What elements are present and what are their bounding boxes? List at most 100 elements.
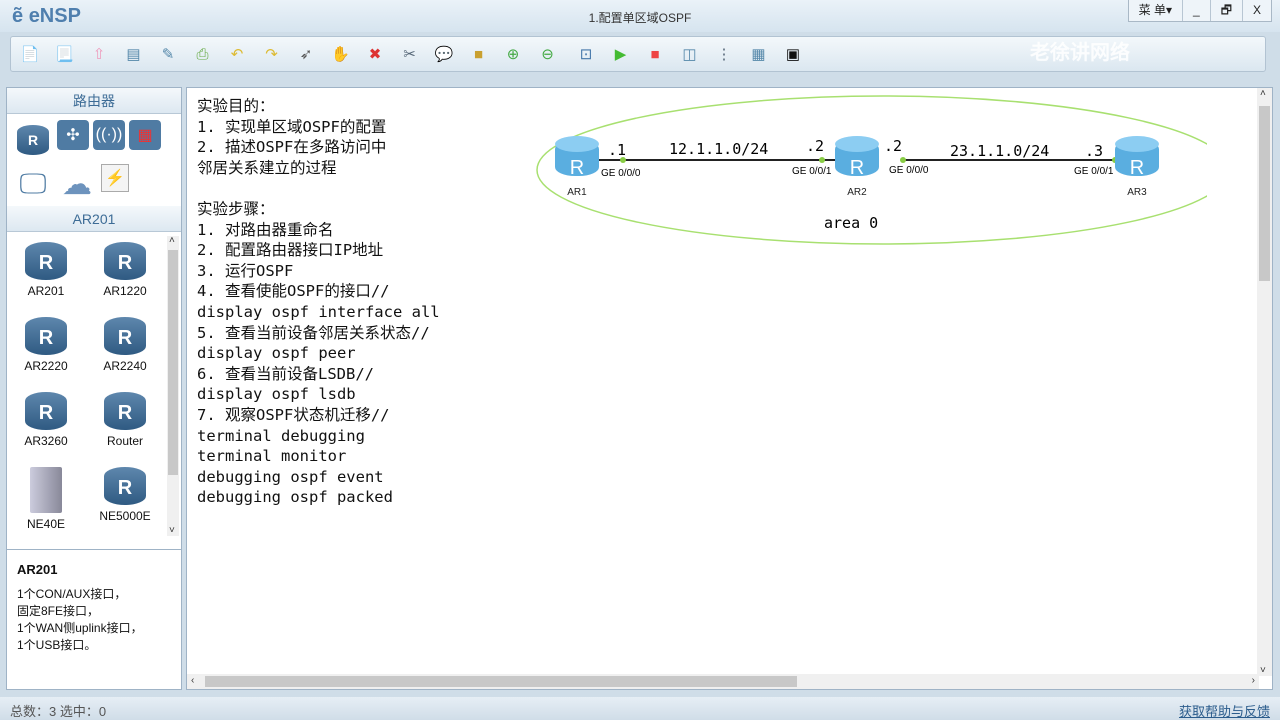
zoom-in-icon[interactable]: ⊕: [502, 43, 524, 65]
svg-text:R: R: [850, 157, 864, 179]
device-ne40e[interactable]: NE40E: [7, 467, 85, 531]
canvas-horizontal-scrollbar[interactable]: ‹ ›: [187, 674, 1259, 689]
note-line: display ospf interface all: [197, 302, 440, 321]
canvas-vertical-scrollbar[interactable]: ˄ ˅: [1257, 88, 1272, 676]
palette-icon[interactable]: ■: [468, 43, 490, 65]
device-ar2240[interactable]: R AR2240: [86, 317, 164, 373]
title-bar: ẽ eNSP 1.配置单区域OSPF 菜 单▾ _ 🗗 X: [0, 0, 1280, 32]
interface-label: GE 0/0/0: [601, 168, 641, 179]
zoom-out-icon[interactable]: ⊖: [537, 43, 559, 65]
router-ar1[interactable]: R AR1: [555, 136, 599, 198]
status-count: 总数：3 选中：0: [10, 704, 107, 719]
device-label: AR2240: [103, 359, 147, 373]
close-button[interactable]: X: [1241, 0, 1271, 21]
switch-category-icon[interactable]: ✣: [57, 120, 89, 150]
svg-text:AR2: AR2: [847, 187, 867, 198]
router-icon: R: [104, 242, 146, 280]
interface-label: GE 0/0/1: [792, 166, 832, 177]
device-label: AR201: [27, 284, 65, 298]
print-icon[interactable]: ⎙: [192, 43, 214, 65]
note-line: 实验目的：: [197, 97, 275, 115]
minimize-button[interactable]: _: [1182, 0, 1210, 21]
router-ar2[interactable]: R AR2: [835, 136, 879, 198]
hand-icon[interactable]: ✋: [330, 43, 352, 65]
cli-icon[interactable]: ▣: [782, 43, 804, 65]
device-label: AR3260: [24, 434, 68, 448]
note-line: terminal monitor: [197, 447, 347, 466]
help-feedback-link[interactable]: 获取帮助与反馈: [1179, 701, 1270, 720]
redo-icon[interactable]: ↷: [261, 43, 283, 65]
new-topology-icon[interactable]: 📄: [19, 43, 41, 65]
router-icon: R: [25, 392, 67, 430]
menu-button[interactable]: 菜 单▾: [1129, 0, 1182, 21]
info-line: 1个WAN侧uplink接口，: [17, 621, 143, 635]
note-line: terminal debugging: [197, 426, 365, 445]
save-icon[interactable]: ▤: [123, 43, 145, 65]
wireless-category-icon[interactable]: ((·)): [93, 120, 125, 150]
topology-diagram: R AR1 R AR2 R AR3 .1 12.1.1.0/24 .2 .2 23.1.1…: [536, 95, 1207, 245]
start-icon[interactable]: ▶: [610, 43, 632, 65]
note-line: 1. 对路由器重命名: [197, 220, 334, 239]
text-icon[interactable]: 💬: [433, 43, 455, 65]
interface-label: GE 0/0/0: [889, 165, 929, 176]
stop-icon[interactable]: ■: [644, 43, 666, 65]
device-info: AR201 1个CON/AUX接口， 固定8FE接口， 1个WAN侧uplink接口…: [6, 549, 182, 690]
ip-label: .2: [806, 137, 824, 155]
topology-icon[interactable]: ⋮: [713, 43, 735, 65]
undo-icon[interactable]: ↶: [226, 43, 248, 65]
note-line: debugging ospf event: [197, 467, 384, 486]
note-line: 邻居关系建立的过程: [197, 158, 337, 177]
note-line: 3. 运行OSPF: [197, 261, 294, 280]
status-bar: 总数：3 选中：0 获取帮助与反馈: [0, 697, 1280, 720]
restore-button[interactable]: 🗗: [1209, 0, 1242, 21]
delete-link-icon[interactable]: ✂: [399, 43, 421, 65]
router-icon: R: [104, 317, 146, 355]
note-line: 6. 查看当前设备LSDB//: [197, 364, 374, 383]
link-category-icon[interactable]: ⚡: [101, 164, 129, 192]
area-label: area 0: [824, 214, 878, 232]
info-line: 1个CON/AUX接口，: [17, 587, 127, 601]
firewall-category-icon[interactable]: ▦: [129, 120, 161, 150]
device-ar3260[interactable]: R AR3260: [7, 392, 85, 448]
device-label: Router: [106, 434, 144, 448]
ip-label: .3: [1085, 142, 1103, 160]
device-ar1220[interactable]: R AR1220: [86, 242, 164, 298]
new-template-icon[interactable]: 📃: [54, 43, 76, 65]
note-line: 5. 查看当前设备邻居关系状态//: [197, 323, 430, 342]
router-ar3[interactable]: R AR3: [1115, 136, 1159, 198]
note-line: 实验步骤：: [197, 199, 275, 218]
category-title: 路由器: [7, 88, 181, 114]
note-line: 4. 查看使能OSPF的接口//: [197, 282, 390, 301]
svg-text:AR3: AR3: [1127, 187, 1147, 198]
device-list-scrollbar[interactable]: ˄ ˅: [167, 235, 179, 536]
note-line: 7. 观察OSPF状态机迁移//: [197, 405, 390, 424]
device-label: NE5000E: [99, 509, 151, 523]
device-categories: R ✣ ((·)) ▦ 🖵 ☁ ⚡: [7, 114, 181, 206]
note-line: display ospf lsdb: [197, 385, 356, 404]
chassis-icon: [30, 467, 62, 513]
fit-icon[interactable]: ⊡: [575, 43, 597, 65]
delete-icon[interactable]: ✖: [364, 43, 386, 65]
save-as-icon[interactable]: ✎: [157, 43, 179, 65]
capture-icon[interactable]: ◫: [679, 43, 701, 65]
svg-text:R: R: [570, 157, 584, 179]
router-category-icon[interactable]: R: [13, 120, 53, 160]
pc-category-icon[interactable]: 🖵: [13, 164, 53, 204]
device-ne5000e[interactable]: R NE5000E: [86, 467, 164, 523]
device-list: ˄ ˅ R AR201 R AR1220 R AR2220 R AR2240 R AR3260 R Ro…: [7, 232, 181, 544]
note-line: [197, 178, 440, 199]
device-ar2220[interactable]: R AR2220: [7, 317, 85, 373]
watermark: 老徐讲网络: [1030, 42, 1130, 64]
svg-text:AR1: AR1: [567, 187, 587, 198]
topology-canvas[interactable]: 实验目的： 1. 实现单区域OSPF的配置 2. 描述OSPF在多路访问中 邻居关系建…: [186, 87, 1273, 690]
device-router[interactable]: R Router: [86, 392, 164, 448]
device-ar201[interactable]: R AR201: [7, 242, 85, 298]
open-icon[interactable]: ⇧: [88, 43, 110, 65]
note-line: debugging ospf packed: [197, 488, 393, 507]
grid-icon[interactable]: ▦: [748, 43, 770, 65]
lab-notes[interactable]: 实验目的： 1. 实现单区域OSPF的配置 2. 描述OSPF在多路访问中 邻居关系建…: [197, 96, 440, 508]
info-line: 1个USB接口。: [17, 638, 97, 652]
select-icon[interactable]: ➶: [295, 43, 317, 65]
router-icon: R: [104, 467, 146, 505]
cloud-category-icon[interactable]: ☁: [57, 164, 97, 204]
